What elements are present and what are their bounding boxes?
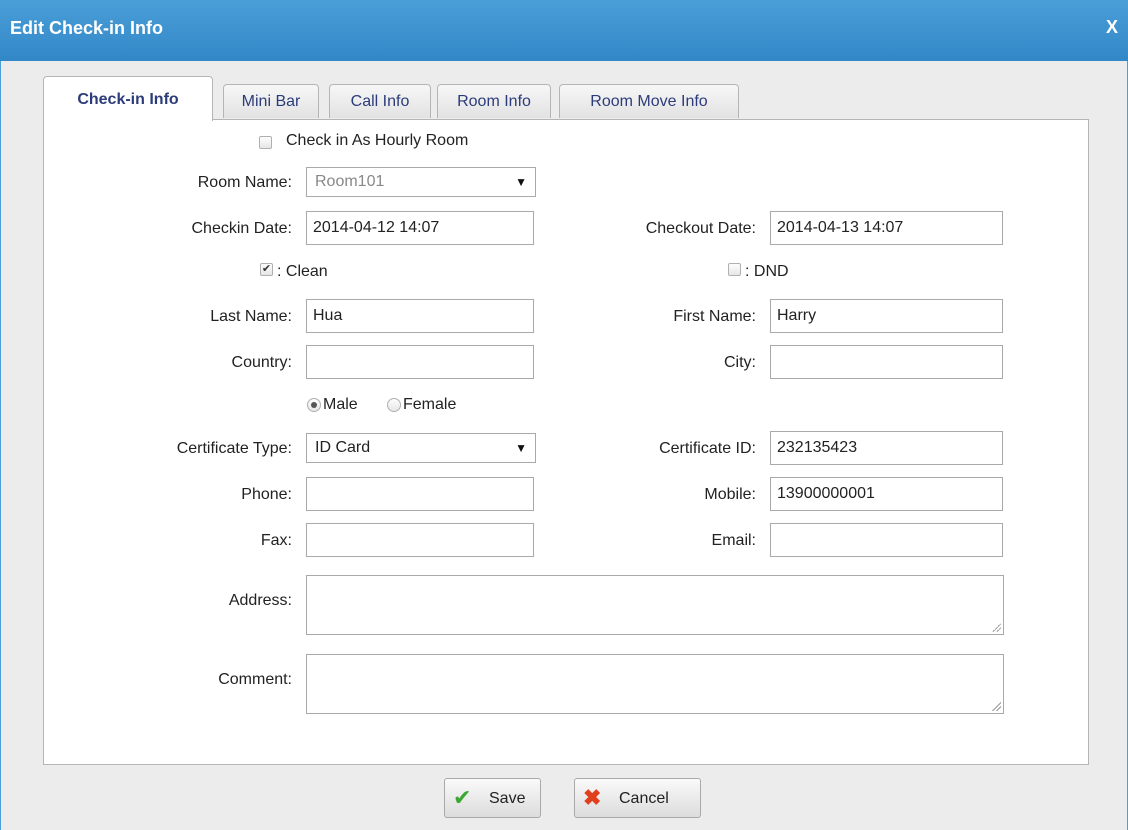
room-name-value: Room101 <box>315 173 385 190</box>
cross-icon: ✖ <box>583 785 602 810</box>
dialog-titlebar: Edit Check-in Info X <box>0 0 1128 61</box>
tab-room-info[interactable]: Room Info <box>437 84 551 118</box>
first-name-field[interactable]: Harry <box>770 299 1003 333</box>
mobile-field[interactable]: 13900000001 <box>770 477 1003 511</box>
save-button-label: Save <box>489 790 526 807</box>
fax-label: Fax: <box>260 532 292 549</box>
checkin-date-label: Checkin Date: <box>191 220 293 237</box>
country-label: Country: <box>231 354 292 371</box>
male-radio[interactable] <box>307 398 321 412</box>
hourly-room-label: Check in As Hourly Room <box>286 132 469 149</box>
clean-label: : Clean <box>277 263 328 280</box>
tab-mini-bar[interactable]: Mini Bar <box>223 84 319 118</box>
cancel-button[interactable]: ✖ Cancel <box>574 778 701 818</box>
phone-label: Phone: <box>241 486 292 503</box>
tab-call-info[interactable]: Call Info <box>329 84 431 118</box>
room-name-select[interactable]: Room101 ▼ <box>306 167 536 197</box>
first-name-label: First Name: <box>673 308 756 325</box>
tab-room-move-info[interactable]: Room Move Info <box>559 84 739 118</box>
comment-label: Comment: <box>218 671 292 688</box>
certificate-id-label: Certificate ID: <box>659 440 756 457</box>
close-button[interactable]: X <box>1106 17 1118 38</box>
certificate-type-value: ID Card <box>315 439 371 456</box>
save-button[interactable]: ✔ Save <box>444 778 541 818</box>
checkmark-icon: ✔ <box>453 785 472 810</box>
certificate-id-field[interactable]: 232135423 <box>770 431 1003 465</box>
cancel-button-label: Cancel <box>619 790 669 807</box>
mobile-label: Mobile: <box>704 486 756 503</box>
city-field[interactable] <box>770 345 1003 379</box>
clean-checkbox[interactable]: ✔ <box>260 263 273 276</box>
email-field[interactable] <box>770 523 1003 557</box>
dnd-checkbox[interactable] <box>728 263 741 276</box>
chevron-down-icon: ▼ <box>515 175 527 189</box>
certificate-type-label: Certificate Type: <box>176 440 292 457</box>
address-label: Address: <box>228 592 292 609</box>
dialog-body: Check-in Info Mini Bar Call Info Room In… <box>0 61 1128 830</box>
check-in-info-panel: Check in As Hourly Room Room Name: Room1… <box>43 119 1089 765</box>
male-label: Male <box>323 396 358 413</box>
resize-grip-icon[interactable] <box>991 622 1001 632</box>
room-name-label: Room Name: <box>197 174 292 191</box>
checkout-date-field[interactable]: 2014-04-13 14:07 <box>770 211 1003 245</box>
dialog-title: Edit Check-in Info <box>10 18 163 38</box>
dnd-label: : DND <box>745 263 789 280</box>
comment-textarea[interactable] <box>306 654 1004 714</box>
resize-grip-icon[interactable] <box>991 701 1001 711</box>
female-label: Female <box>403 396 457 413</box>
checkout-date-label: Checkout Date: <box>645 220 756 237</box>
email-label: Email: <box>711 532 756 549</box>
female-radio[interactable] <box>387 398 401 412</box>
tab-check-in-info[interactable]: Check-in Info <box>43 76 213 121</box>
city-label: City: <box>724 354 756 371</box>
last-name-label: Last Name: <box>210 308 292 325</box>
address-textarea[interactable] <box>306 575 1004 635</box>
hourly-room-checkbox[interactable] <box>259 136 272 149</box>
